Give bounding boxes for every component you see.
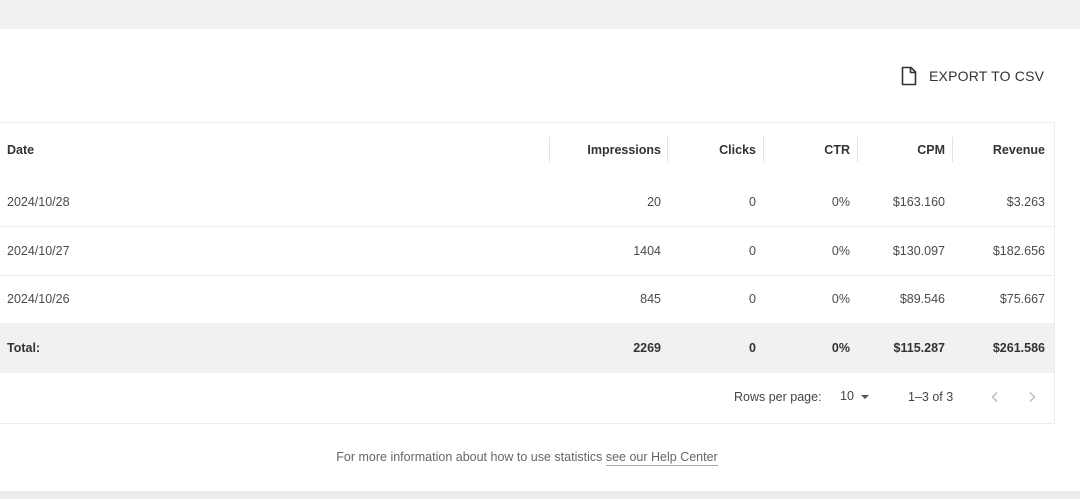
total-revenue: $261.586 [992, 341, 1045, 355]
column-divider [549, 137, 550, 162]
cell-clicks: 0 [749, 194, 756, 209]
help-footer: For more information about how to use st… [0, 450, 1054, 466]
file-icon [900, 66, 918, 86]
rows-per-page-value: 10 [840, 389, 854, 403]
total-cpm: $115.287 [893, 341, 945, 355]
table-row: 2024/10/26 845 0 0% $89.546 $75.667 [0, 275, 1054, 323]
column-header-cpm[interactable]: CPM [860, 123, 945, 177]
cell-cpm: $89.546 [899, 292, 945, 306]
column-header-clicks[interactable]: Clicks [670, 123, 756, 177]
page-bottom-strip [0, 491, 1080, 499]
table-header: Date Impressions Clicks CTR CPM Revenue [0, 123, 1054, 177]
column-divider [667, 137, 668, 162]
pagination-range: 1–3 of 3 [908, 390, 954, 404]
column-divider [763, 137, 764, 162]
cell-clicks: 0 [749, 243, 756, 258]
column-header-date[interactable]: Date [7, 123, 307, 177]
cell-impressions: 1404 [633, 243, 661, 258]
total-impressions: 2269 [633, 341, 661, 355]
cell-ctr: 0% [831, 292, 850, 306]
cell-ctr: 0% [831, 194, 850, 209]
cell-date: 2024/10/27 [7, 243, 70, 258]
export-csv-label: EXPORT TO CSV [929, 68, 1045, 84]
cell-cpm: $130.097 [892, 243, 945, 258]
table-row: 2024/10/28 20 0 0% $163.160 $3.263 [0, 177, 1054, 227]
caret-down-icon [860, 395, 869, 399]
help-center-link[interactable]: see our Help Center [605, 450, 718, 466]
chevron-right-icon [1026, 391, 1038, 403]
export-csv-button[interactable]: EXPORT TO CSV [900, 64, 1044, 88]
cell-impressions: 845 [640, 292, 661, 306]
cell-revenue: $75.667 [999, 292, 1045, 306]
previous-page-button[interactable] [985, 387, 1005, 407]
table-row: 2024/10/27 1404 0 0% $130.097 $182.656 [0, 226, 1054, 276]
statistics-table: Date Impressions Clicks CTR CPM Revenue … [0, 122, 1055, 424]
column-divider [857, 137, 858, 162]
total-ctr: 0% [831, 341, 850, 355]
cell-clicks: 0 [749, 292, 756, 306]
column-header-impressions[interactable]: Impressions [551, 123, 661, 177]
total-label: Total: [7, 341, 41, 355]
cell-ctr: 0% [831, 243, 850, 258]
total-clicks: 0 [749, 341, 756, 355]
cell-revenue: $3.263 [1006, 194, 1045, 209]
column-header-ctr[interactable]: CTR [765, 123, 850, 177]
column-divider [952, 137, 953, 162]
table-total-row: Total: 2269 0 0% $115.287 $261.586 [0, 323, 1054, 373]
cell-cpm: $163.160 [892, 194, 945, 209]
chevron-left-icon [989, 391, 1001, 403]
next-page-button[interactable] [1022, 387, 1042, 407]
cell-date: 2024/10/26 [7, 292, 70, 306]
rows-per-page-select[interactable]: 10 [840, 389, 869, 403]
help-text: For more information about how to use st… [336, 450, 603, 464]
rows-per-page-label: Rows per page: [734, 390, 822, 404]
cell-impressions: 20 [647, 194, 661, 209]
cell-date: 2024/10/28 [7, 194, 70, 209]
table-pagination: Rows per page: 10 1–3 of 3 [0, 373, 1054, 423]
column-header-revenue[interactable]: Revenue [955, 123, 1045, 177]
cell-revenue: $182.656 [992, 243, 1045, 258]
